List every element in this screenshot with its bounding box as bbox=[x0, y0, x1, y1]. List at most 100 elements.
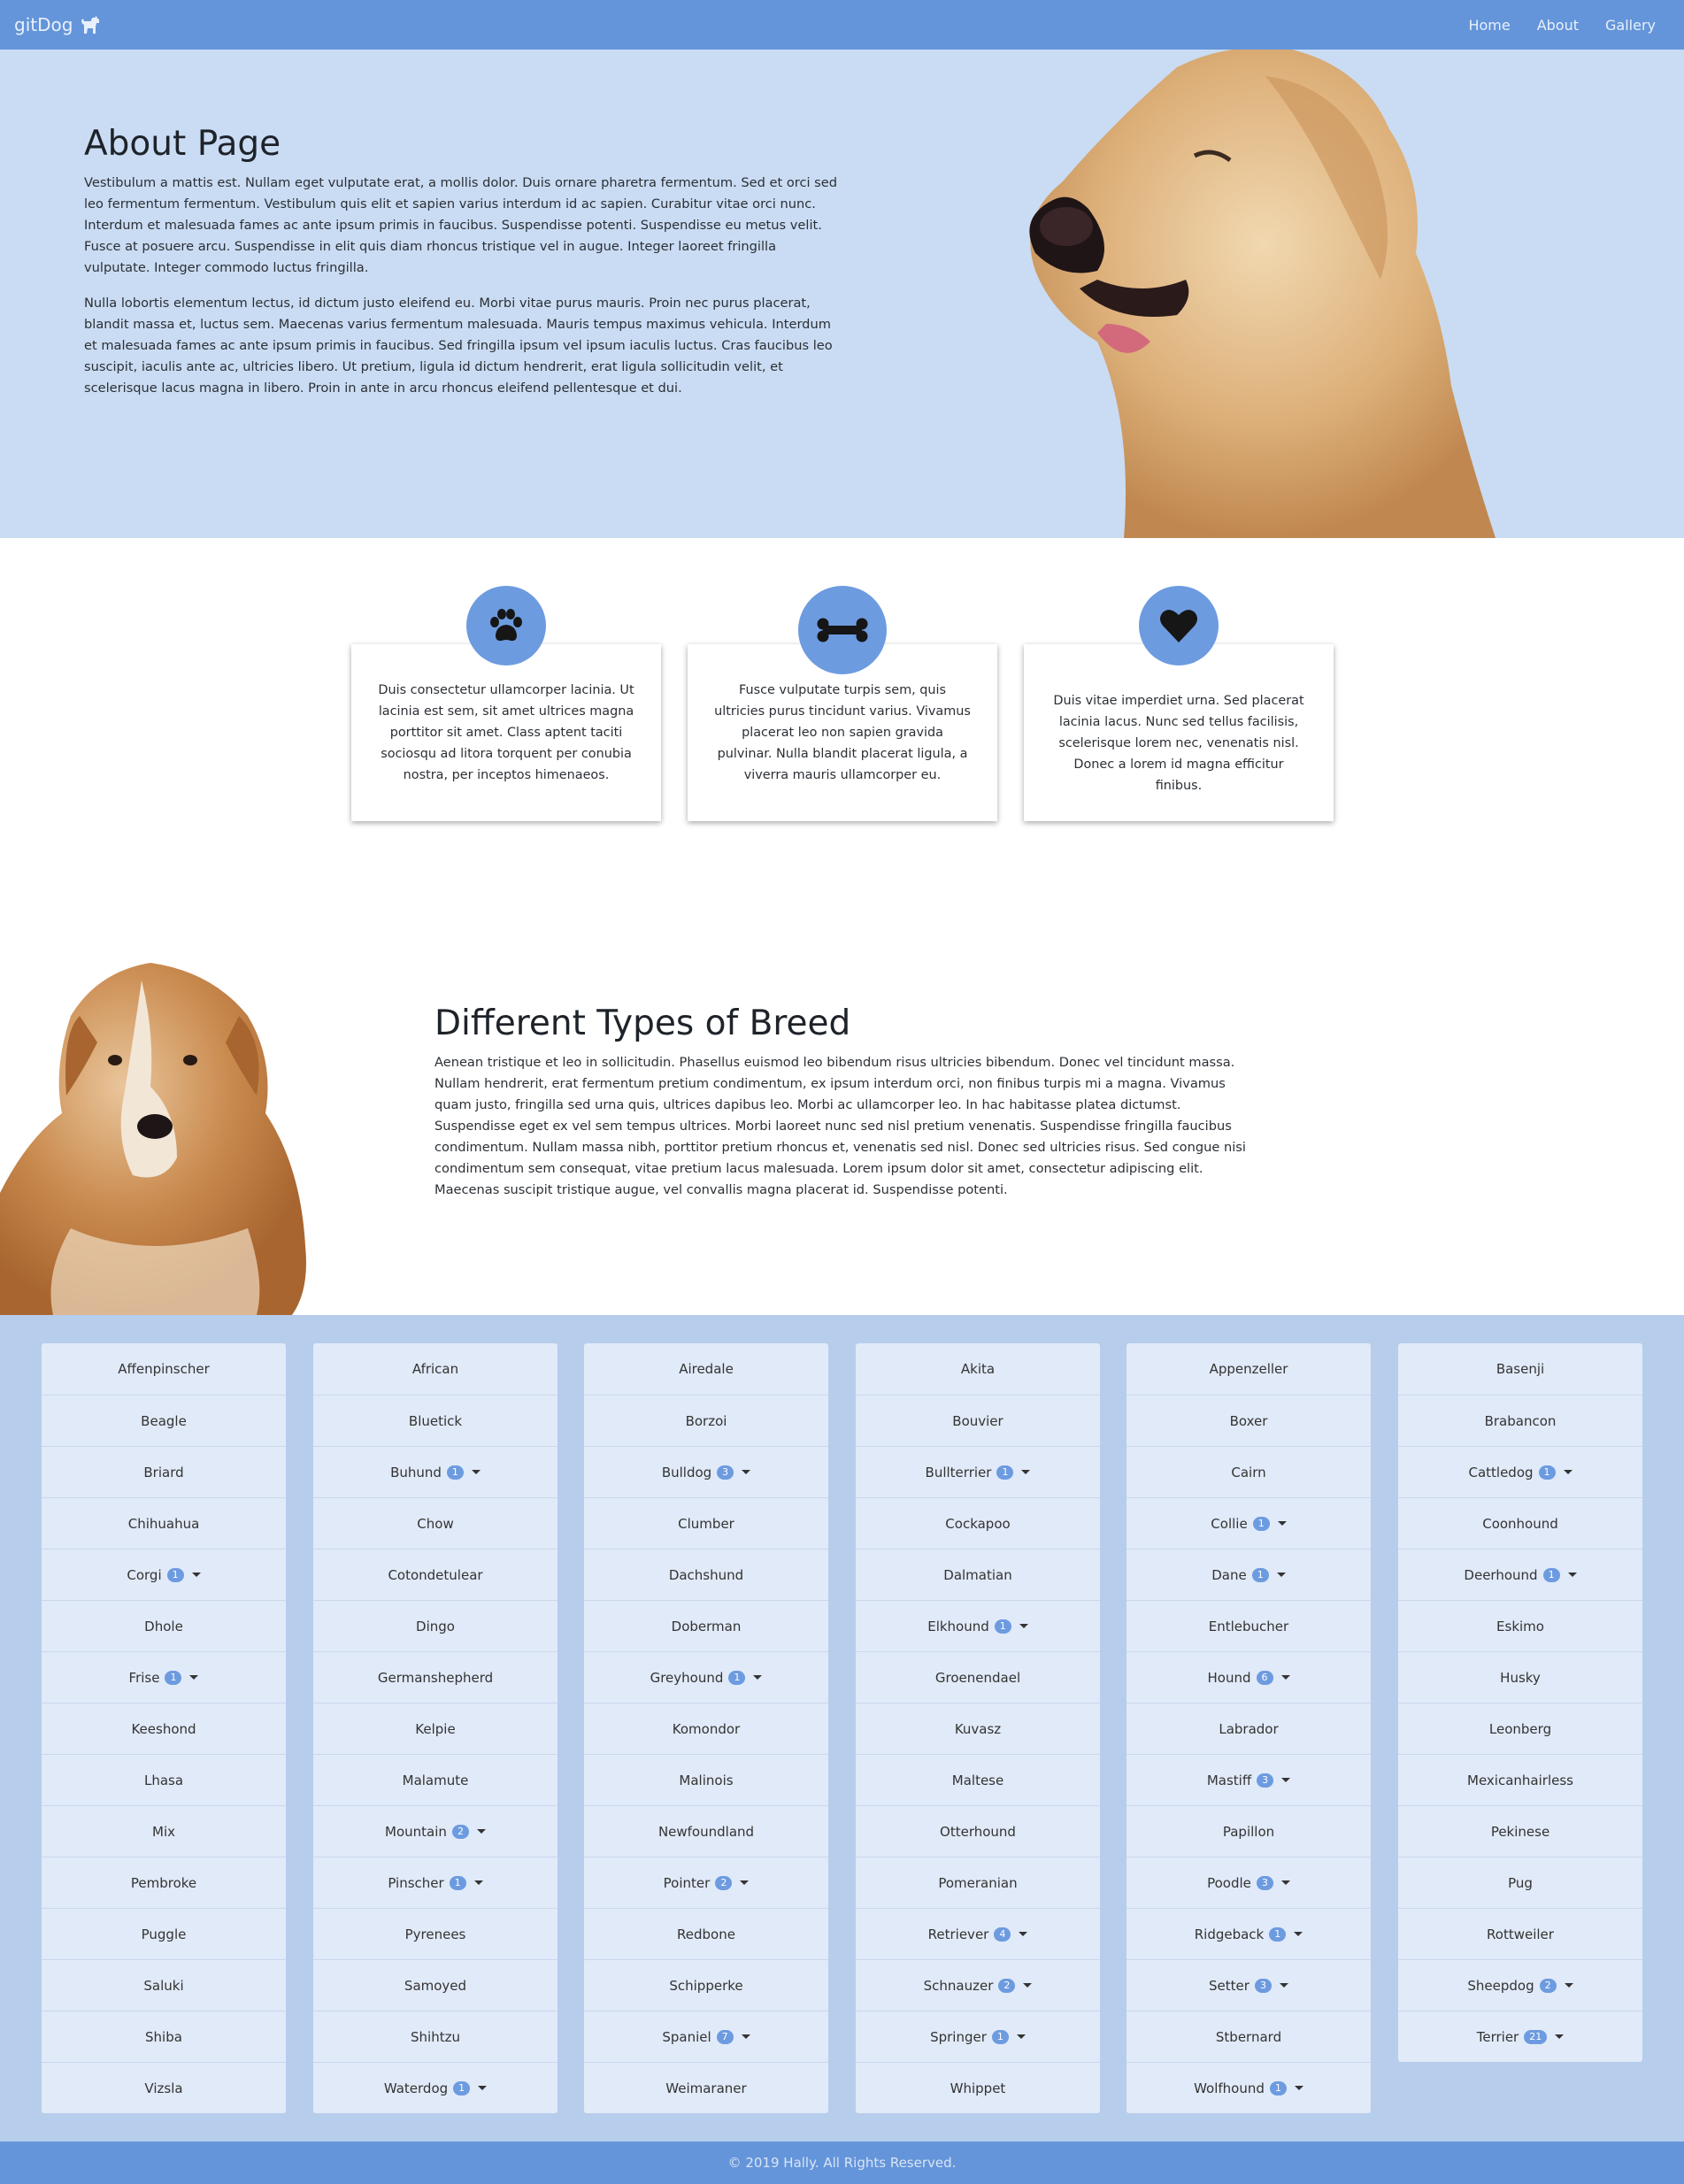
caret-down-icon[interactable] bbox=[1276, 1573, 1286, 1577]
breed-list-item[interactable]: Newfoundland bbox=[584, 1805, 828, 1857]
breed-list-item[interactable]: Corgi 1 bbox=[42, 1549, 286, 1600]
breed-list-item[interactable]: Weimaraner bbox=[584, 2062, 828, 2113]
breed-list-item[interactable]: Deerhound 1 bbox=[1398, 1549, 1642, 1600]
breed-list-item[interactable]: Dalmatian bbox=[856, 1549, 1100, 1600]
breed-list-item[interactable]: Pug bbox=[1398, 1857, 1642, 1908]
breed-list-item[interactable]: Mastiff 3 bbox=[1127, 1754, 1371, 1805]
breed-list-item[interactable]: Beagle bbox=[42, 1395, 286, 1446]
breed-list-item[interactable]: Pekinese bbox=[1398, 1805, 1642, 1857]
breed-list-item[interactable]: Cotondetulear bbox=[313, 1549, 557, 1600]
breed-list-item[interactable]: Akita bbox=[856, 1343, 1100, 1395]
breed-list-item[interactable]: Dachshund bbox=[584, 1549, 828, 1600]
breed-list-item[interactable]: Malinois bbox=[584, 1754, 828, 1805]
breed-list-item[interactable]: Elkhound 1 bbox=[856, 1600, 1100, 1651]
caret-down-icon[interactable] bbox=[1564, 1983, 1573, 1988]
breed-list-item[interactable]: Doberman bbox=[584, 1600, 828, 1651]
breed-list-item[interactable]: Briard bbox=[42, 1446, 286, 1497]
breed-list-item[interactable]: Malamute bbox=[313, 1754, 557, 1805]
breed-list-item[interactable]: Pyrenees bbox=[313, 1908, 557, 1959]
caret-down-icon[interactable] bbox=[1021, 1470, 1031, 1474]
caret-down-icon[interactable] bbox=[1280, 1675, 1290, 1680]
breed-list-item[interactable]: Keeshond bbox=[42, 1703, 286, 1754]
breed-list-item[interactable]: Otterhound bbox=[856, 1805, 1100, 1857]
breed-list-item[interactable]: Ridgeback 1 bbox=[1127, 1908, 1371, 1959]
breed-list-item[interactable]: Appenzeller bbox=[1127, 1343, 1371, 1395]
breed-list-item[interactable]: Springer 1 bbox=[856, 2011, 1100, 2062]
nav-link-about[interactable]: About bbox=[1537, 17, 1579, 34]
breed-list-item[interactable]: Shihtzu bbox=[313, 2011, 557, 2062]
breed-list-item[interactable]: Mountain 2 bbox=[313, 1805, 557, 1857]
caret-down-icon[interactable] bbox=[740, 1880, 750, 1885]
breed-list-item[interactable]: Pointer 2 bbox=[584, 1857, 828, 1908]
breed-list-item[interactable]: Pinscher 1 bbox=[313, 1857, 557, 1908]
breed-list-item[interactable]: Mix bbox=[42, 1805, 286, 1857]
breed-list-item[interactable]: Husky bbox=[1398, 1651, 1642, 1703]
breed-list-item[interactable]: Waterdog 1 bbox=[313, 2062, 557, 2113]
breed-list-item[interactable]: Retriever 4 bbox=[856, 1908, 1100, 1959]
breed-list-item[interactable]: Boxer bbox=[1127, 1395, 1371, 1446]
nav-link-gallery[interactable]: Gallery bbox=[1605, 17, 1656, 34]
caret-down-icon[interactable] bbox=[1567, 1573, 1577, 1577]
breed-list-item[interactable]: Dingo bbox=[313, 1600, 557, 1651]
caret-down-icon[interactable] bbox=[1555, 2034, 1565, 2039]
breed-list-item[interactable]: Vizsla bbox=[42, 2062, 286, 2113]
caret-down-icon[interactable] bbox=[1019, 1624, 1028, 1628]
caret-down-icon[interactable] bbox=[471, 1470, 481, 1474]
caret-down-icon[interactable] bbox=[742, 1470, 751, 1474]
breed-list-item[interactable]: Labrador bbox=[1127, 1703, 1371, 1754]
breed-list-item[interactable]: Entlebucher bbox=[1127, 1600, 1371, 1651]
breed-list-item[interactable]: Germanshepherd bbox=[313, 1651, 557, 1703]
caret-down-icon[interactable] bbox=[476, 1829, 486, 1834]
breed-list-item[interactable]: Maltese bbox=[856, 1754, 1100, 1805]
caret-down-icon[interactable] bbox=[1563, 1470, 1573, 1474]
brand-logo[interactable]: gitDog bbox=[14, 14, 101, 35]
breed-list-item[interactable]: Shiba bbox=[42, 2011, 286, 2062]
breed-list-item[interactable]: Clumber bbox=[584, 1497, 828, 1549]
caret-down-icon[interactable] bbox=[1280, 1880, 1290, 1885]
breed-list-item[interactable]: Borzoi bbox=[584, 1395, 828, 1446]
breed-list-item[interactable]: Lhasa bbox=[42, 1754, 286, 1805]
caret-down-icon[interactable] bbox=[191, 1573, 201, 1577]
breed-list-item[interactable]: Schipperke bbox=[584, 1959, 828, 2011]
caret-down-icon[interactable] bbox=[1294, 1932, 1303, 1936]
caret-down-icon[interactable] bbox=[189, 1675, 199, 1680]
breed-list-item[interactable]: Pembroke bbox=[42, 1857, 286, 1908]
breed-list-item[interactable]: Bouvier bbox=[856, 1395, 1100, 1446]
breed-list-item[interactable]: African bbox=[313, 1343, 557, 1395]
breed-list-item[interactable]: Rottweiler bbox=[1398, 1908, 1642, 1959]
breed-list-item[interactable]: Collie 1 bbox=[1127, 1497, 1371, 1549]
breed-list-item[interactable]: Buhund 1 bbox=[313, 1446, 557, 1497]
breed-list-item[interactable]: Dhole bbox=[42, 1600, 286, 1651]
caret-down-icon[interactable] bbox=[478, 2086, 488, 2090]
caret-down-icon[interactable] bbox=[1023, 1983, 1033, 1988]
breed-list-item[interactable]: Cockapoo bbox=[856, 1497, 1100, 1549]
breed-list-item[interactable]: Basenji bbox=[1398, 1343, 1642, 1395]
breed-list-item[interactable]: Whippet bbox=[856, 2062, 1100, 2113]
breed-list-item[interactable]: Schnauzer 2 bbox=[856, 1959, 1100, 2011]
breed-list-item[interactable]: Airedale bbox=[584, 1343, 828, 1395]
nav-link-home[interactable]: Home bbox=[1468, 17, 1510, 34]
breed-list-item[interactable]: Coonhound bbox=[1398, 1497, 1642, 1549]
breed-list-item[interactable]: Leonberg bbox=[1398, 1703, 1642, 1754]
caret-down-icon[interactable] bbox=[473, 1880, 483, 1885]
breed-list-item[interactable]: Bullterrier 1 bbox=[856, 1446, 1100, 1497]
breed-list-item[interactable]: Redbone bbox=[584, 1908, 828, 1959]
caret-down-icon[interactable] bbox=[1016, 2034, 1026, 2039]
breed-list-item[interactable]: Poodle 3 bbox=[1127, 1857, 1371, 1908]
breed-list-item[interactable]: Papillon bbox=[1127, 1805, 1371, 1857]
breed-list-item[interactable]: Terrier 21 bbox=[1398, 2011, 1642, 2062]
breed-list-item[interactable]: Eskimo bbox=[1398, 1600, 1642, 1651]
breed-list-item[interactable]: Frise 1 bbox=[42, 1651, 286, 1703]
breed-list-item[interactable]: Spaniel 7 bbox=[584, 2011, 828, 2062]
breed-list-item[interactable]: Wolfhound 1 bbox=[1127, 2062, 1371, 2113]
breed-list-item[interactable]: Stbernard bbox=[1127, 2011, 1371, 2062]
breed-list-item[interactable]: Groenendael bbox=[856, 1651, 1100, 1703]
breed-list-item[interactable]: Samoyed bbox=[313, 1959, 557, 2011]
caret-down-icon[interactable] bbox=[753, 1675, 763, 1680]
breed-list-item[interactable]: Kuvasz bbox=[856, 1703, 1100, 1754]
breed-list-item[interactable]: Affenpinscher bbox=[42, 1343, 286, 1395]
breed-list-item[interactable]: Dane 1 bbox=[1127, 1549, 1371, 1600]
breed-list-item[interactable]: Sheepdog 2 bbox=[1398, 1959, 1642, 2011]
breed-list-item[interactable]: Hound 6 bbox=[1127, 1651, 1371, 1703]
caret-down-icon[interactable] bbox=[1281, 1778, 1291, 1782]
